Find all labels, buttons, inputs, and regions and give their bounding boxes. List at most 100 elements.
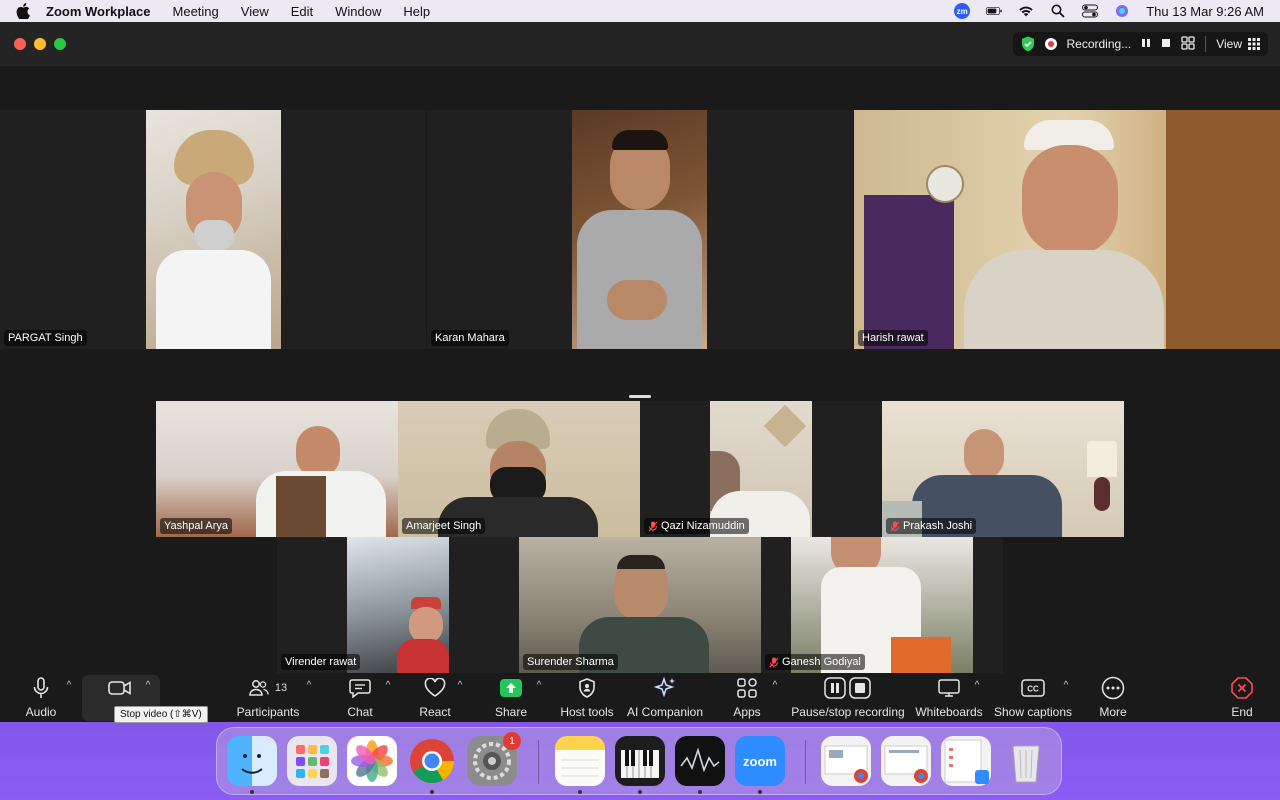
video-options-caret[interactable]: ^ (143, 681, 153, 691)
svg-text:CC: CC (1027, 685, 1039, 694)
ai-companion-button[interactable]: AI Companion (627, 673, 703, 722)
siri-icon[interactable] (1114, 4, 1130, 18)
window-fullscreen-button[interactable] (54, 38, 66, 50)
participant-name-label: Yashpal Arya (160, 518, 233, 534)
battery-icon[interactable] (986, 4, 1002, 18)
share-options-caret[interactable]: ^ (534, 681, 544, 691)
stop-recording-icon[interactable] (1161, 37, 1171, 51)
window-minimize-button[interactable] (34, 38, 46, 50)
participant-video (398, 401, 640, 537)
video-tile[interactable]: Virender rawat (277, 537, 519, 673)
video-tile[interactable]: Karan Mahara (427, 110, 853, 349)
chrome-icon[interactable] (407, 736, 457, 786)
apps-button[interactable]: Apps (728, 673, 766, 722)
divider (1205, 36, 1207, 52)
apple-menu-icon[interactable] (16, 3, 32, 19)
recording-label: Recording... (1066, 37, 1132, 51)
menu-window[interactable]: Window (335, 4, 381, 19)
captions-options-caret[interactable]: ^ (1061, 681, 1071, 691)
window-close-button[interactable] (14, 38, 26, 50)
share-screen-icon (500, 673, 522, 703)
menu-help[interactable]: Help (403, 4, 430, 19)
running-indicator (758, 790, 762, 794)
more-dots-icon (1101, 673, 1125, 703)
video-tile[interactable]: Amarjeet Singh (398, 401, 640, 537)
zoom-status-icon[interactable]: zm (954, 3, 971, 19)
recording-indicator-icon (1044, 38, 1057, 50)
pause-stop-icon (824, 673, 872, 703)
whiteboard-icon (938, 673, 960, 703)
meeting-status-bar: Recording... View (1012, 32, 1268, 56)
menu-bar: Zoom Workplace Meeting View Edit Window … (0, 0, 1280, 22)
pause-recording-icon[interactable] (1141, 37, 1151, 51)
participants-button[interactable]: 13 Participants (236, 673, 300, 722)
audio-options-caret[interactable]: ^ (64, 681, 74, 691)
show-captions-button[interactable]: CC Show captions (994, 673, 1072, 722)
wifi-icon[interactable] (1018, 4, 1034, 18)
spotlight-search-icon[interactable] (1050, 4, 1066, 18)
photos-icon[interactable] (347, 736, 397, 786)
running-indicator (250, 790, 254, 794)
menu-view[interactable]: View (241, 4, 269, 19)
video-tile[interactable]: Surender Sharma (519, 537, 761, 673)
participant-name-label: PARGAT Singh (4, 330, 87, 346)
react-options-caret[interactable]: ^ (455, 681, 465, 691)
video-tile-active-speaker[interactable]: Harish rawat (854, 110, 1280, 349)
video-tile[interactable]: Prakash Joshi (882, 401, 1124, 537)
view-button[interactable]: View (1216, 37, 1260, 51)
audio-button[interactable]: Audio (20, 673, 62, 722)
running-indicator (638, 790, 642, 794)
more-button[interactable]: More (1096, 673, 1130, 722)
launchpad-icon[interactable] (287, 736, 337, 786)
menubar-clock[interactable]: Thu 13 Mar 9:26 AM (1146, 4, 1264, 19)
apps-options-caret[interactable]: ^ (770, 681, 780, 691)
whiteboards-options-caret[interactable]: ^ (972, 681, 982, 691)
running-indicator (578, 790, 582, 794)
notes-icon[interactable] (555, 736, 605, 786)
piano-icon[interactable] (615, 736, 665, 786)
gallery-layout-icon[interactable] (1181, 35, 1195, 53)
menu-zoom-workplace[interactable]: Zoom Workplace (46, 4, 151, 19)
minimized-window-thumbnail[interactable] (941, 736, 991, 786)
participant-video (882, 401, 1124, 537)
share-button[interactable]: Share (490, 673, 532, 722)
host-tools-button[interactable]: Host tools (558, 673, 616, 722)
notification-badge: 1 (503, 732, 521, 750)
video-tile[interactable]: Yashpal Arya (156, 401, 398, 537)
end-meeting-button[interactable]: End (1226, 673, 1258, 722)
participants-icon: 13 (249, 673, 287, 703)
video-tile[interactable]: PARGAT Singh (0, 110, 426, 349)
participant-name-label: Virender rawat (281, 654, 361, 670)
video-tile[interactable]: Qazi Nizamuddin (640, 401, 882, 537)
host-shield-icon (578, 673, 596, 703)
participant-name-label: Surender Sharma (523, 654, 618, 670)
zoom-icon[interactable]: zoom (735, 736, 785, 786)
participant-name-label: Harish rawat (858, 330, 928, 346)
participant-video (519, 537, 761, 673)
video-tile[interactable]: Ganesh Godiyal (761, 537, 1003, 673)
stop-video-tooltip: Stop video (⇧⌘V) (114, 706, 208, 723)
resize-grip-handle[interactable] (629, 395, 651, 398)
menu-edit[interactable]: Edit (291, 4, 313, 19)
chat-button[interactable]: Chat (340, 673, 380, 722)
participant-video (572, 110, 707, 349)
pause-stop-recording-button[interactable]: Pause/stop recording (791, 673, 905, 722)
participant-video (791, 537, 973, 673)
finder-icon[interactable] (227, 736, 277, 786)
chat-options-caret[interactable]: ^ (383, 681, 393, 691)
menu-meeting[interactable]: Meeting (173, 4, 219, 19)
minimized-window-thumbnail[interactable] (821, 736, 871, 786)
encryption-shield-icon[interactable] (1021, 36, 1035, 52)
muted-mic-icon (648, 521, 658, 531)
stocks-icon[interactable] (675, 736, 725, 786)
running-indicator (698, 790, 702, 794)
react-button[interactable]: React (415, 673, 455, 722)
minimized-window-thumbnail[interactable] (881, 736, 931, 786)
window-titlebar: Recording... View (0, 22, 1280, 66)
participant-name-label: Amarjeet Singh (402, 518, 486, 534)
control-center-icon[interactable] (1082, 4, 1099, 18)
participants-options-caret[interactable]: ^ (304, 681, 314, 691)
running-indicator (430, 790, 434, 794)
participant-name-label: Karan Mahara (431, 330, 509, 346)
trash-icon[interactable] (1001, 736, 1051, 786)
